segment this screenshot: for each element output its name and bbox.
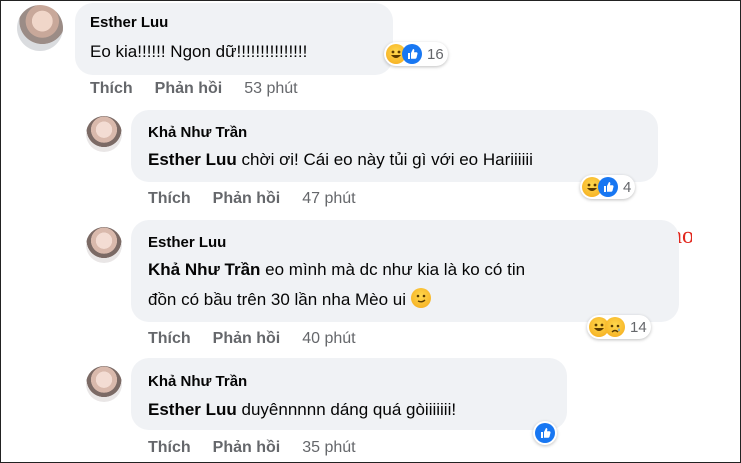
like-button[interactable]: Thích	[148, 330, 191, 347]
reaction-summary[interactable]: 14	[587, 315, 651, 339]
comment-time[interactable]: 53 phút	[244, 80, 297, 97]
reply-button[interactable]: Phản hồi	[213, 190, 281, 207]
mention-link[interactable]: Esther Luu	[148, 150, 237, 169]
like-button[interactable]: Thích	[148, 190, 191, 207]
like-button[interactable]: Thích	[90, 80, 133, 97]
reaction-summary[interactable]: 4	[580, 175, 636, 199]
avatar[interactable]	[17, 5, 63, 51]
comment-text: Eo kia!!!!!! Ngon dữ!!!!!!!!!!!!!!!	[90, 42, 308, 61]
like-button[interactable]: Thích	[148, 439, 191, 456]
reaction-summary[interactable]	[533, 421, 557, 445]
reaction-count: 4	[623, 178, 632, 196]
comment-text: đồn có bầu trên 30 lần nha Mèo ui	[148, 288, 431, 312]
comment-author[interactable]: Khả Như Trần	[148, 373, 247, 390]
comment-time[interactable]: 40 phút	[302, 330, 355, 347]
comment-time[interactable]: 47 phút	[302, 190, 355, 207]
avatar[interactable]	[86, 366, 122, 402]
comment-text: Esther Luu chời ơi! Cái eo này tủi gì vớ…	[148, 148, 533, 172]
mention-link[interactable]: Khả Như Trần	[148, 260, 260, 279]
comment-actions: Thích Phản hồi 40 phút	[148, 330, 356, 348]
comment-body: chời ơi! Cái eo này tủi gì với eo Hariii…	[236, 150, 533, 169]
like-icon	[598, 177, 618, 197]
reply-button[interactable]: Phản hồi	[155, 80, 223, 97]
reaction-summary[interactable]: 16	[384, 42, 448, 66]
smirk-emoji-icon	[410, 288, 431, 308]
comment-actions: Thích Phản hồi 47 phút	[148, 190, 356, 208]
like-icon	[402, 44, 422, 64]
comment-author[interactable]: Esther Luu	[90, 14, 168, 31]
comment-text: Esther Luu duyênnnnn dáng quá gòiiiiiii!	[148, 398, 456, 422]
like-icon	[535, 423, 555, 443]
comment-text: Khả Như Trần eo mình mà dc như kia là ko…	[148, 258, 525, 282]
reaction-count: 16	[427, 45, 444, 63]
comment-time[interactable]: 35 phút	[302, 439, 355, 456]
sad-icon	[605, 317, 625, 337]
comment-author[interactable]: Khả Như Trần	[148, 124, 247, 141]
comment-actions: Thích Phản hồi 53 phút	[90, 80, 298, 98]
reply-button[interactable]: Phản hồi	[213, 330, 281, 347]
mention-link[interactable]: Esther Luu	[148, 400, 237, 419]
avatar[interactable]	[86, 116, 122, 152]
comment-author[interactable]: Esther Luu	[148, 234, 226, 251]
comment-body-line2: đồn có bầu trên 30 lần nha Mèo ui	[148, 290, 407, 309]
reaction-count: 14	[630, 318, 647, 336]
comment-body-line1: eo mình mà dc như kia là ko có tin	[260, 260, 526, 279]
reply-button[interactable]: Phản hồi	[213, 439, 281, 456]
comment-actions: Thích Phản hồi 35 phút	[148, 439, 356, 457]
avatar[interactable]	[86, 227, 122, 263]
comment-body: duyênnnnn dáng quá gòiiiiiii!	[236, 400, 457, 419]
